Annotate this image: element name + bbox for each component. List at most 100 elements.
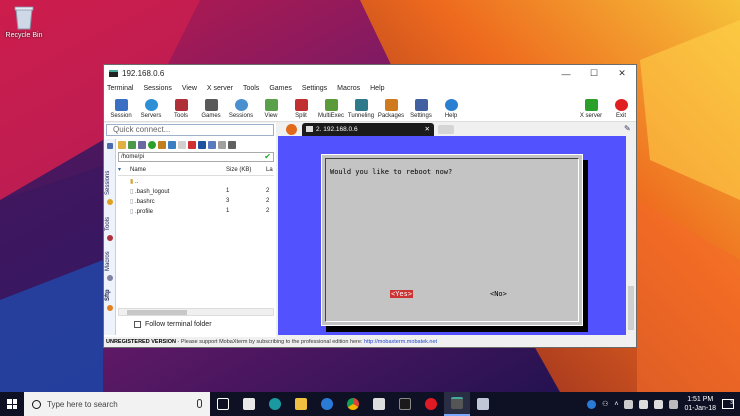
scrollbar-thumb[interactable] <box>127 310 187 315</box>
quick-connect-input[interactable]: Quick connect... <box>106 124 274 136</box>
column-name[interactable]: Name <box>126 167 226 173</box>
microphone-icon[interactable] <box>197 399 202 408</box>
tab-tools[interactable]: Tools <box>105 217 111 231</box>
tunneling-button[interactable]: Tunneling <box>346 99 376 121</box>
rename-icon[interactable] <box>198 141 206 149</box>
sessions-button[interactable]: Sessions <box>226 99 256 121</box>
session-button[interactable]: Session <box>106 99 136 121</box>
reboot-dialog: Would you like to reboot now? <Yes> <No> <box>321 154 583 326</box>
start-button[interactable] <box>0 392 24 416</box>
tools-button[interactable]: Tools <box>166 99 196 121</box>
follow-checkbox[interactable] <box>134 321 141 328</box>
menu-tools[interactable]: Tools <box>243 85 259 92</box>
menu-sessions[interactable]: Sessions <box>143 85 171 92</box>
view-button[interactable]: View <box>256 99 286 121</box>
file-row[interactable]: ▯ .bash_logout 1 2 <box>118 186 274 196</box>
settings-button[interactable]: Settings <box>406 99 436 121</box>
new-file-icon[interactable] <box>178 141 186 149</box>
wifi-icon[interactable] <box>639 399 649 409</box>
upload-icon[interactable] <box>138 141 146 149</box>
list-view-icon[interactable] <box>208 141 216 149</box>
new-tab-button[interactable] <box>438 125 454 134</box>
menu-terminal[interactable]: Terminal <box>107 85 133 92</box>
packages-button[interactable]: Packages <box>376 99 406 121</box>
tab-sftp[interactable]: Sftp <box>105 289 111 301</box>
xserver-button[interactable]: X server <box>576 99 606 121</box>
file-row[interactable]: ▯ .profile 1 2 <box>118 206 274 216</box>
file-explorer-button[interactable] <box>288 392 314 416</box>
multiexec-button[interactable]: MultiExec <box>316 99 346 121</box>
refresh-icon[interactable] <box>148 141 156 149</box>
mobatek-link[interactable]: http://mobaxterm.mobatek.net <box>364 339 437 345</box>
file-name: ▯ .profile <box>130 208 153 215</box>
servers-button[interactable]: Servers <box>136 99 166 121</box>
menu-settings[interactable]: Settings <box>302 85 327 92</box>
language-icon[interactable] <box>669 399 679 409</box>
people-icon[interactable]: ⚇ <box>602 400 608 408</box>
download-icon[interactable] <box>128 141 136 149</box>
action-center-icon[interactable]: 3 <box>722 399 734 409</box>
mobaxterm-taskbar-button[interactable] <box>444 392 470 416</box>
tab-sessions[interactable]: Sessions <box>105 171 111 195</box>
chevron-up-icon[interactable]: ˄ <box>614 401 618 408</box>
yes-button[interactable]: <Yes> <box>390 290 414 298</box>
split-button[interactable]: Split <box>286 99 316 121</box>
file-table-horizontal-scrollbar[interactable] <box>118 308 274 316</box>
menu-macros[interactable]: Macros <box>337 85 360 92</box>
app-button[interactable] <box>366 392 392 416</box>
edge-button[interactable] <box>314 392 340 416</box>
column-size[interactable]: Size (KB) <box>226 167 266 173</box>
parent-folder-icon[interactable] <box>118 141 126 149</box>
app2-button[interactable] <box>470 392 496 416</box>
sftp-toolbar <box>118 139 274 151</box>
collapse-arrow-icon[interactable] <box>107 143 113 149</box>
tab-session-2[interactable]: 2. 192.168.0.6 ✕ <box>302 123 434 136</box>
tab-macros[interactable]: Macros <box>105 251 111 271</box>
column-last[interactable]: La <box>266 167 274 173</box>
chrome-button[interactable] <box>340 392 366 416</box>
pin-icon[interactable]: ✎ <box>624 124 634 134</box>
tab-close-icon[interactable]: ✕ <box>425 123 430 136</box>
games-button[interactable]: Games <box>196 99 226 121</box>
delete-icon[interactable] <box>188 141 196 149</box>
select-all-icon[interactable]: ▾ <box>118 166 126 173</box>
menu-help[interactable]: Help <box>370 85 384 92</box>
search-files-icon[interactable] <box>218 141 226 149</box>
taskbar-search[interactable]: Type here to search <box>24 392 210 416</box>
terminal-scrollbar-thumb[interactable] <box>628 286 634 330</box>
tray-app-icon[interactable] <box>624 399 634 409</box>
home-tab-icon[interactable] <box>286 124 297 135</box>
file-icon: ▯ <box>130 208 134 215</box>
file-row[interactable]: ▯ .bashrc 3 2 <box>118 196 274 206</box>
follow-terminal-folder[interactable]: Follow terminal folder <box>134 321 212 328</box>
menu-xserver[interactable]: X server <box>207 85 233 92</box>
terminal-icon[interactable] <box>228 141 236 149</box>
maximize-button[interactable]: ☐ <box>580 65 608 82</box>
task-view-button[interactable] <box>210 392 236 416</box>
opera-icon <box>425 398 437 410</box>
no-button[interactable]: <No> <box>490 290 507 298</box>
new-folder-icon[interactable] <box>168 141 176 149</box>
close-button[interactable]: ✕ <box>608 65 636 82</box>
volume-icon[interactable] <box>654 399 664 409</box>
arduino-button[interactable] <box>262 392 288 416</box>
mobaxterm-window: 192.168.0.6 — ☐ ✕ Terminal Sessions View… <box>103 64 637 348</box>
open-folder-icon[interactable] <box>158 141 166 149</box>
menu-games[interactable]: Games <box>269 85 292 92</box>
store-icon <box>243 398 255 410</box>
minimize-button[interactable]: — <box>552 65 580 82</box>
clock-time: 1:51 PM <box>687 396 714 403</box>
clock[interactable]: 1:51 PM 01-Jan-18 <box>684 395 716 413</box>
network-icon[interactable] <box>587 399 597 409</box>
opera-button[interactable] <box>418 392 444 416</box>
help-button[interactable]: Help <box>436 99 466 121</box>
checkmark-icon[interactable]: ✔ <box>264 153 271 161</box>
recycle-bin-desktop-icon[interactable]: Recycle Bin <box>4 4 44 39</box>
menu-view[interactable]: View <box>182 85 197 92</box>
file-row[interactable]: ▮ .. <box>118 176 274 186</box>
media-button[interactable] <box>392 392 418 416</box>
store-button[interactable] <box>236 392 262 416</box>
terminal-scrollbar[interactable] <box>626 136 636 335</box>
sftp-path-input[interactable]: /home/pi ✔ <box>118 152 274 162</box>
exit-button[interactable]: Exit <box>606 99 636 121</box>
